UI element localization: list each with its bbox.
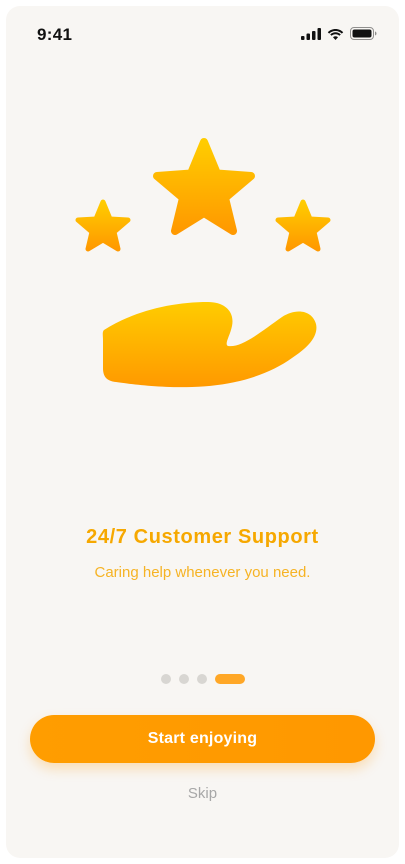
star-right-icon [275, 199, 331, 252]
star-left-icon [75, 199, 131, 252]
page-dot-1[interactable] [160, 674, 171, 684]
onboarding-subtitle: Caring help whenever you need. [94, 564, 311, 581]
onboarding-screen: 9:41 24/7 Customer Support Caring help w… [6, 6, 399, 858]
page-dot-4-active[interactable] [214, 674, 245, 684]
support-illustration [75, 138, 331, 388]
skip-link[interactable]: Skip [6, 785, 399, 802]
onboarding-title: 24/7 Customer Support [86, 526, 319, 548]
hand-icon [102, 302, 317, 388]
page-dot-2[interactable] [178, 674, 189, 684]
start-enjoying-button[interactable]: Start enjoying [30, 715, 375, 763]
page-dot-3[interactable] [196, 674, 207, 684]
star-center-icon [153, 138, 255, 235]
page-indicator [6, 674, 399, 684]
